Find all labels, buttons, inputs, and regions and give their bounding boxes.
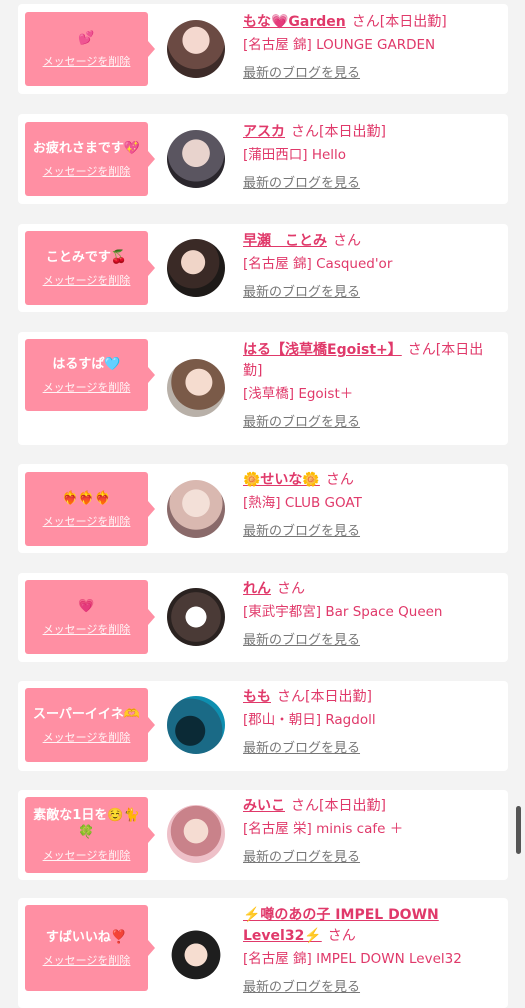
message-bubble: お疲れさまです💖 メッセージを削除 [25, 122, 155, 196]
message-bubble: スーパーイイネ🫶 メッセージを削除 [25, 688, 155, 762]
profile-name-link[interactable]: はる【浅草橋Egoist+】 [243, 342, 402, 358]
blog-link[interactable]: 最新のブログを見る [243, 979, 496, 997]
blog-link[interactable]: 最新のブログを見る [243, 632, 496, 650]
shop-info: [蒲田西口] Hello [243, 147, 347, 163]
message-text: はるすぱ🩵 [52, 356, 121, 372]
list-item: 💗 メッセージを削除 れん さん [東武宇都宮] Bar Space Queen … [18, 573, 508, 662]
delete-message-link[interactable]: メッセージを削除 [43, 729, 131, 745]
blog-link[interactable]: 最新のブログを見る [243, 175, 496, 193]
delete-message-link[interactable]: メッセージを削除 [43, 952, 131, 968]
avatar[interactable] [167, 805, 225, 863]
profile-name-link[interactable]: みいこ [243, 798, 285, 814]
message-text: お疲れさまです💖 [32, 140, 141, 156]
message-text: 💕 [78, 30, 95, 46]
message-text: ことみです🍒 [45, 249, 128, 265]
message-text: 素敵な1日を☺️🐈🍀 [33, 808, 140, 840]
avatar[interactable] [167, 696, 225, 754]
profile-name-link[interactable]: もな💗Garden [243, 14, 346, 30]
shop-info: [熱海] CLUB GOAT [243, 495, 362, 511]
blog-link[interactable]: 最新のブログを見る [243, 849, 496, 867]
delete-message-link[interactable]: メッセージを削除 [43, 163, 131, 179]
honorific: さん [291, 124, 319, 140]
delete-message-link[interactable]: メッセージを削除 [43, 379, 131, 395]
message-bubble: 素敵な1日を☺️🐈🍀 メッセージを削除 [25, 797, 155, 873]
list-item: はるすぱ🩵 メッセージを削除 はる【浅草橋Egoist+】 さん[本日出勤] [浅… [18, 332, 508, 445]
shop-info: [東武宇都宮] Bar Space Queen [243, 604, 443, 620]
message-bubble: 💗 メッセージを削除 [25, 580, 155, 654]
attendance-status: [本日出勤] [319, 124, 386, 140]
list-item: 素敵な1日を☺️🐈🍀 メッセージを削除 みいこ さん[本日出勤] [名古屋 栄] … [18, 790, 508, 880]
message-text: すばいいね❣️ [45, 929, 128, 945]
shop-info: [名古屋 錦] LOUNGE GARDEN [243, 37, 436, 53]
honorific: さん [407, 342, 436, 358]
shop-info: [郡山・朝日] Ragdoll [243, 712, 376, 728]
delete-message-link[interactable]: メッセージを削除 [43, 513, 131, 529]
profile-name-link[interactable]: 🌼せいな🌼 [243, 472, 320, 488]
avatar[interactable] [167, 588, 225, 646]
message-bubble: すばいいね❣️ メッセージを削除 [25, 905, 155, 991]
avatar[interactable] [167, 20, 225, 78]
shop-info: [名古屋 錦] Casqued'or [243, 256, 393, 272]
delete-message-link[interactable]: メッセージを削除 [43, 272, 131, 288]
honorific: さん [351, 14, 380, 30]
blog-link[interactable]: 最新のブログを見る [243, 414, 496, 432]
list-item: お疲れさまです💖 メッセージを削除 アスカ さん[本日出勤] [蒲田西口] Hel… [18, 114, 508, 204]
message-bubble: ことみです🍒 メッセージを削除 [25, 231, 155, 305]
attendance-status: [本日出勤] [305, 689, 372, 705]
delete-message-link[interactable]: メッセージを削除 [43, 847, 131, 863]
avatar[interactable] [167, 480, 225, 538]
honorific: さん [333, 233, 361, 249]
honorific: さん [325, 472, 354, 488]
list-item: ことみです🍒 メッセージを削除 早瀬 ことみ さん [名古屋 錦] Casqued… [18, 224, 508, 312]
honorific: さん [277, 689, 305, 705]
profile-name-link[interactable]: 早瀬 ことみ [243, 233, 327, 249]
profile-name-link[interactable]: アスカ [243, 124, 285, 140]
message-text: スーパーイイネ🫶 [32, 706, 141, 722]
blog-link[interactable]: 最新のブログを見る [243, 65, 496, 83]
blog-link[interactable]: 最新のブログを見る [243, 523, 496, 541]
honorific: さん [327, 928, 356, 944]
list-item: ❤️‍🔥❤️‍🔥❤️‍🔥 メッセージを削除 🌼せいな🌼 さん [熱海] CLUB … [18, 464, 508, 553]
profile-name-link[interactable]: れん [243, 581, 271, 597]
message-bubble: はるすぱ🩵 メッセージを削除 [25, 339, 155, 411]
avatar[interactable] [167, 923, 225, 981]
honorific: さん [291, 798, 319, 814]
shop-info: [浅草橋] Egoist＋ [243, 386, 354, 402]
avatar[interactable] [167, 130, 225, 188]
shop-info: [名古屋 栄] minis cafe ＋ [243, 821, 404, 837]
attendance-status: [本日出勤] [319, 798, 386, 814]
delete-message-link[interactable]: メッセージを削除 [43, 621, 131, 637]
delete-message-link[interactable]: メッセージを削除 [43, 53, 131, 69]
scrollbar[interactable] [516, 806, 521, 854]
message-bubble: ❤️‍🔥❤️‍🔥❤️‍🔥 メッセージを削除 [25, 472, 155, 546]
message-text: ❤️‍🔥❤️‍🔥❤️‍🔥 [62, 490, 111, 506]
list-item: 💕 メッセージを削除 もな💗Garden さん[本日出勤] [名古屋 錦] LOU… [18, 4, 508, 94]
shop-info: [名古屋 錦] IMPEL DOWN Level32 [243, 951, 462, 967]
list-item: すばいいね❣️ メッセージを削除 ⚡️噂のあの子 IMPEL DOWN Leve… [18, 898, 508, 1008]
profile-name-link[interactable]: もも [243, 689, 271, 705]
avatar[interactable] [167, 239, 225, 297]
honorific: さん [277, 581, 305, 597]
message-bubble: 💕 メッセージを削除 [25, 12, 155, 86]
list-item: スーパーイイネ🫶 メッセージを削除 もも さん[本日出勤] [郡山・朝日] Rag… [18, 681, 508, 771]
attendance-status: [本日出勤] [379, 14, 447, 30]
blog-link[interactable]: 最新のブログを見る [243, 284, 496, 302]
blog-link[interactable]: 最新のブログを見る [243, 740, 496, 758]
message-text: 💗 [78, 598, 95, 614]
avatar[interactable] [167, 359, 225, 417]
